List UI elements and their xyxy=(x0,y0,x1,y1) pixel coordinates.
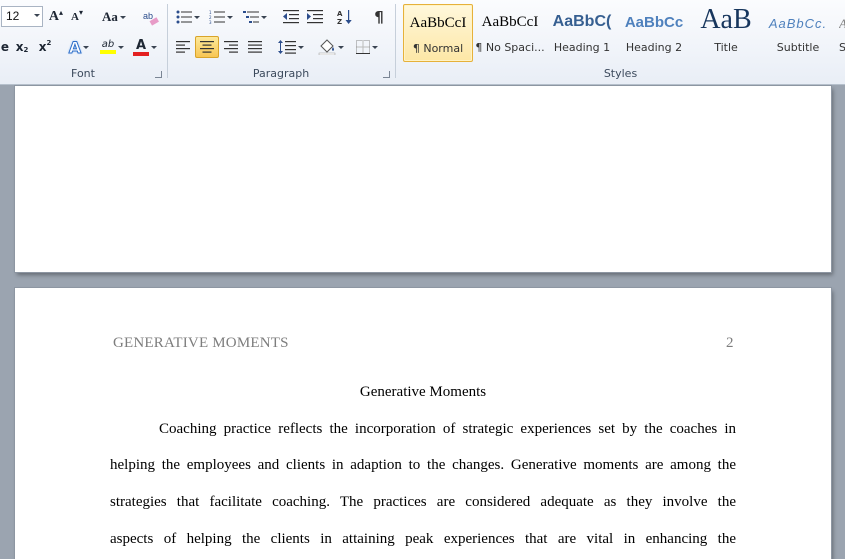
paragraph-line: strategies that facilitate coaching. The… xyxy=(110,494,736,510)
superscript-button[interactable]: x2 xyxy=(35,36,55,58)
style-name: Heading 2 xyxy=(625,41,683,54)
text-effects-icon: A xyxy=(68,37,82,57)
paragraph-group-label: Paragraph xyxy=(252,67,310,80)
justify-icon xyxy=(248,41,262,53)
pilcrow-icon: ¶ xyxy=(374,8,384,26)
paragraph-line: aspects of helping the clients in attain… xyxy=(110,531,736,547)
clear-formatting-icon: ab xyxy=(143,11,159,26)
paragraph-dialog-launcher-icon[interactable] xyxy=(383,71,390,78)
font-size-combobox[interactable]: 12 xyxy=(1,6,43,27)
bullets-icon xyxy=(176,10,192,24)
style-no-spacing[interactable]: AaBbCcI ¶ No Spaci... xyxy=(475,4,545,62)
sort-button[interactable]: AZ xyxy=(334,6,356,28)
svg-text:3: 3 xyxy=(209,20,212,24)
increase-indent-button[interactable] xyxy=(304,6,326,28)
svg-text:ab: ab xyxy=(143,11,153,21)
style-normal[interactable]: AaBbCcI ¶ Normal xyxy=(403,4,473,62)
style-name: ¶ No Spaci... xyxy=(475,41,545,54)
grow-font-button[interactable]: A ▴ xyxy=(47,6,65,28)
style-sample: AaB xyxy=(700,4,752,35)
bullets-button[interactable] xyxy=(174,6,202,28)
decrease-indent-icon xyxy=(283,10,299,24)
style-name: Title xyxy=(714,41,738,54)
styles-gallery: AaBbCcI ¶ Normal AaBbCcI ¶ No Spaci... A… xyxy=(400,2,845,64)
align-right-button[interactable] xyxy=(220,36,242,58)
increase-indent-icon xyxy=(307,10,323,24)
line-spacing-icon xyxy=(278,40,296,54)
subscript-icon: x xyxy=(15,40,24,54)
paragraph-line: helping the employees and clients in ada… xyxy=(110,457,736,473)
font-dialog-launcher-icon[interactable] xyxy=(155,71,162,78)
style-heading-1[interactable]: AaBbC( Heading 1 xyxy=(547,4,617,62)
borders-icon xyxy=(356,40,370,54)
page-header-title: GENERATIVE MOMENTS xyxy=(113,335,289,351)
change-case-icon: Aa xyxy=(102,9,118,24)
style-title[interactable]: AaB Title xyxy=(691,4,761,62)
style-sample: AaBbCcI xyxy=(481,14,539,30)
show-formatting-marks-button[interactable]: ¶ xyxy=(368,6,390,28)
line-spacing-button[interactable] xyxy=(276,36,306,58)
style-sample: AaBbCc xyxy=(624,14,684,31)
bold-button[interactable]: e xyxy=(0,36,10,58)
style-sample: AaBbCcI xyxy=(409,15,467,31)
borders-button[interactable] xyxy=(352,36,382,58)
styles-group-label: Styles xyxy=(603,67,638,80)
font-size-value: 12 xyxy=(6,9,20,23)
document-title: Generative Moments xyxy=(359,384,487,400)
style-sample: AaBbC( xyxy=(552,13,612,30)
style-name: S xyxy=(839,41,845,54)
superscript-icon: x xyxy=(38,40,47,54)
chevron-down-icon[interactable] xyxy=(34,14,40,17)
align-left-button[interactable] xyxy=(172,36,194,58)
sort-icon: AZ xyxy=(337,10,352,25)
style-name: Subtitle xyxy=(776,41,820,54)
font-color-icon: A xyxy=(133,39,149,56)
justify-button[interactable] xyxy=(244,36,266,58)
align-left-icon xyxy=(176,41,190,53)
shrink-font-icon: A xyxy=(71,11,79,23)
multilevel-list-button[interactable] xyxy=(240,6,270,28)
paragraph-group: 123 AZ ¶ Paragraph xyxy=(168,0,394,83)
svg-text:A: A xyxy=(337,10,343,18)
style-heading-2[interactable]: AaBbCc Heading 2 xyxy=(619,4,689,62)
font-group-label: Font xyxy=(71,67,95,80)
style-name: Heading 1 xyxy=(553,41,611,54)
align-center-icon xyxy=(200,41,214,53)
style-subtle-emphasis[interactable]: A S xyxy=(835,4,845,62)
font-group: 12 A ▴ A ▾ Aa ab e x2 x2 A ab A Font xyxy=(0,0,166,83)
page-number: 2 xyxy=(726,335,734,351)
ribbon: 12 A ▴ A ▾ Aa ab e x2 x2 A ab A Font 1 2… xyxy=(0,0,845,85)
highlight-button[interactable]: ab xyxy=(97,36,127,58)
style-subtitle[interactable]: AaBbCc. Subtitle xyxy=(763,4,833,62)
bold-icon: e xyxy=(0,40,10,54)
subscript-button[interactable]: x2 xyxy=(12,36,32,58)
highlight-icon: ab xyxy=(100,40,116,54)
style-sample: A xyxy=(839,16,845,32)
align-center-button[interactable] xyxy=(195,36,219,58)
style-name: ¶ Normal xyxy=(412,42,464,55)
font-color-button[interactable]: A xyxy=(130,36,160,58)
paint-bucket-icon xyxy=(318,39,336,55)
text-effects-button[interactable]: A xyxy=(64,36,94,58)
numbering-button[interactable]: 123 xyxy=(206,6,236,28)
style-sample: AaBbCc. xyxy=(768,16,828,31)
decrease-indent-button[interactable] xyxy=(280,6,302,28)
shrink-font-button[interactable]: A ▾ xyxy=(68,6,86,28)
paragraph-line: Coaching practice reflects the incorpora… xyxy=(159,421,736,437)
shading-button[interactable] xyxy=(316,36,346,58)
svg-text:Z: Z xyxy=(337,18,342,25)
align-right-icon xyxy=(224,41,238,53)
clear-formatting-button[interactable]: ab xyxy=(140,6,162,28)
document-page-2[interactable]: GENERATIVE MOMENTS 2 Generative Moments … xyxy=(15,288,831,559)
multilevel-list-icon xyxy=(243,11,259,23)
numbering-icon: 123 xyxy=(209,10,225,24)
grow-font-icon: A xyxy=(48,9,60,24)
document-page-1[interactable] xyxy=(15,86,831,272)
change-case-button[interactable]: Aa xyxy=(99,6,129,28)
